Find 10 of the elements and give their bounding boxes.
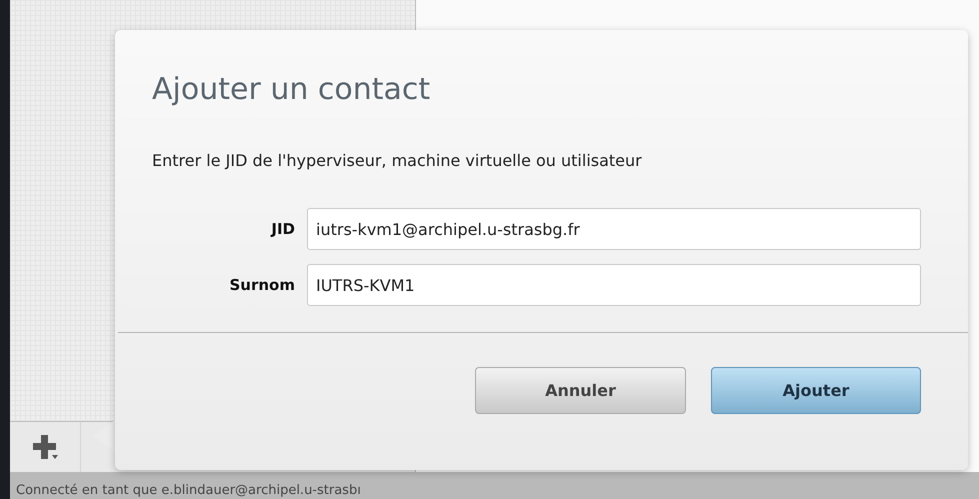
dialog-message: Entrer le JID de l'hyperviseur, machine virtuelle ou utilisateur <box>152 151 643 170</box>
field-label: Surnom <box>228 276 295 294</box>
cancel-button[interactable]: Annuler <box>475 367 686 414</box>
status-text: Connecté en tant que e.blindauer@archipel.u-strasbı <box>16 483 361 499</box>
input-field[interactable]: iutrs-kvm1@archipel.u-strasbg.fr <box>307 208 921 250</box>
add-button[interactable]: Ajouter <box>711 367 921 414</box>
plus-icon <box>31 433 59 461</box>
input-field[interactable]: IUTRS-KVM1 <box>307 264 921 306</box>
field-label: JID <box>270 220 295 238</box>
dialog-title: Ajouter un contact <box>152 72 432 107</box>
